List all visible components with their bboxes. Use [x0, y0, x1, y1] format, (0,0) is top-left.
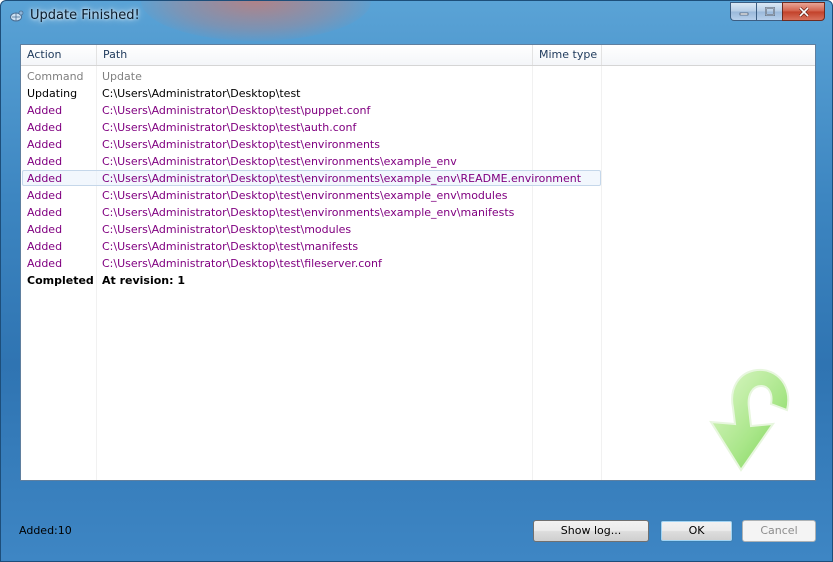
window-title: Update Finished!: [30, 8, 140, 23]
column-header-mime-type[interactable]: Mime type: [533, 45, 602, 65]
list-row[interactable]: Added C:\Users\Administrator\Desktop\tes…: [21, 136, 815, 153]
status-text: Added:10: [19, 524, 72, 537]
list-row[interactable]: Added C:\Users\Administrator\Desktop\tes…: [21, 102, 815, 119]
list-row[interactable]: Updating C:\Users\Administrator\Desktop\…: [21, 85, 815, 102]
column-header-action[interactable]: Action: [21, 45, 97, 65]
row-action: Added: [27, 172, 63, 185]
row-path: At revision: 1: [102, 274, 186, 287]
row-action: Added: [27, 121, 63, 134]
row-action: Command: [27, 70, 84, 83]
row-path: C:\Users\Administrator\Desktop\test\envi…: [102, 155, 457, 168]
row-path: C:\Users\Administrator\Desktop\test\envi…: [102, 189, 508, 202]
update-arrow-icon: [709, 368, 790, 472]
show-log-button[interactable]: Show log...: [533, 520, 649, 542]
title-bar[interactable]: Update Finished!: [1, 1, 832, 31]
list-row[interactable]: Added C:\Users\Administrator\Desktop\tes…: [21, 238, 815, 255]
list-row-selected[interactable]: Added C:\Users\Administrator\Desktop\tes…: [21, 170, 815, 187]
cancel-button[interactable]: Cancel: [742, 520, 816, 542]
row-action: Added: [27, 138, 63, 151]
row-path: Update: [102, 70, 142, 83]
row-path: C:\Users\Administrator\Desktop\test\modu…: [102, 223, 352, 236]
row-action: Added: [27, 104, 63, 117]
row-path: C:\Users\Administrator\Desktop\test\envi…: [102, 206, 515, 219]
row-action: Added: [27, 155, 63, 168]
row-path: C:\Users\Administrator\Desktop\test\envi…: [102, 138, 380, 151]
close-icon: [798, 6, 809, 17]
close-button[interactable]: [782, 2, 825, 21]
list-row[interactable]: Added C:\Users\Administrator\Desktop\tes…: [21, 153, 815, 170]
caption-buttons: [730, 2, 825, 21]
row-action: Added: [27, 223, 63, 236]
tortoise-app-icon: [10, 10, 24, 22]
maximize-button[interactable]: [756, 2, 782, 21]
row-path: C:\Users\Administrator\Desktop\test\mani…: [102, 240, 359, 253]
ok-button[interactable]: OK: [660, 520, 733, 542]
update-dialog: Update Finished! Action Path Mime type C…: [0, 0, 833, 562]
row-path: C:\Users\Administrator\Desktop\test\file…: [102, 257, 382, 270]
list-row[interactable]: Added C:\Users\Administrator\Desktop\tes…: [21, 187, 815, 204]
row-path: C:\Users\Administrator\Desktop\test: [102, 87, 301, 100]
row-action: Completed: [27, 274, 94, 287]
row-path: C:\Users\Administrator\Desktop\test\envi…: [102, 172, 582, 185]
update-list[interactable]: Action Path Mime type Command Update Upd…: [20, 44, 816, 481]
minimize-button[interactable]: [730, 2, 756, 21]
row-path: C:\Users\Administrator\Desktop\test\pupp…: [102, 104, 371, 117]
list-row[interactable]: Added C:\Users\Administrator\Desktop\tes…: [21, 204, 815, 221]
maximize-icon: [764, 7, 775, 16]
row-action: Added: [27, 257, 63, 270]
list-row[interactable]: Command Update: [21, 68, 815, 85]
list-row[interactable]: Added C:\Users\Administrator\Desktop\tes…: [21, 255, 815, 272]
row-action: Added: [27, 240, 63, 253]
row-action: Added: [27, 206, 63, 219]
row-action: Updating: [27, 87, 78, 100]
minimize-icon: [739, 12, 748, 15]
list-row[interactable]: Completed At revision: 1: [21, 272, 815, 289]
list-row[interactable]: Added C:\Users\Administrator\Desktop\tes…: [21, 119, 815, 136]
row-action: Added: [27, 189, 63, 202]
row-path: C:\Users\Administrator\Desktop\test\auth…: [102, 121, 357, 134]
column-header-path[interactable]: Path: [97, 45, 533, 65]
list-header: Action Path Mime type: [21, 45, 815, 66]
list-row[interactable]: Added C:\Users\Administrator\Desktop\tes…: [21, 221, 815, 238]
list-rows: Command Update Updating C:\Users\Adminis…: [21, 68, 815, 289]
